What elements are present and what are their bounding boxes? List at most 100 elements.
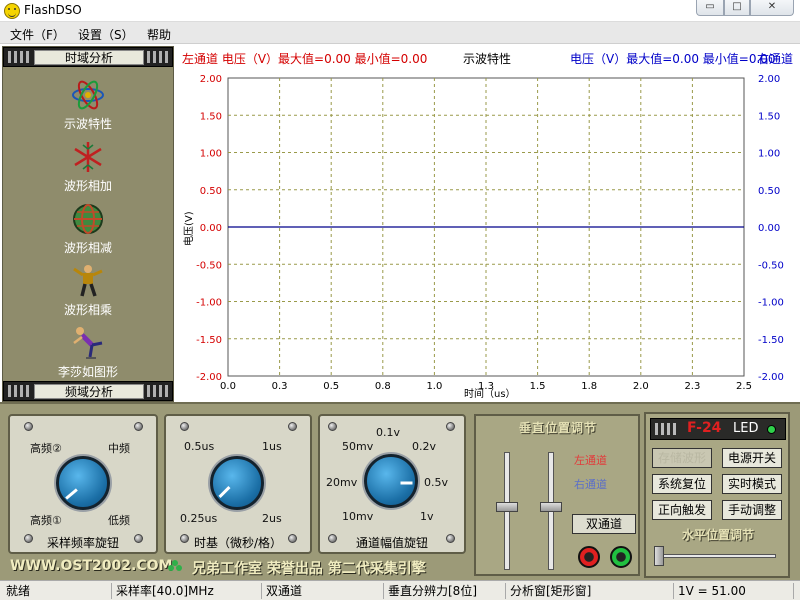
knob-label: 0.2v <box>412 440 437 453</box>
status-vertical-resolution: 垂直分辨力[8位] <box>384 583 506 599</box>
sidebar-item-subtract[interactable]: 波形相减 <box>3 199 173 261</box>
globe-icon <box>73 204 103 234</box>
sampling-frequency-knob[interactable] <box>56 456 110 510</box>
status-analysis-window: 分析窗[矩形窗] <box>506 583 674 599</box>
led-label: LED <box>733 421 759 436</box>
y-axis-label: 电压(V) <box>182 211 195 246</box>
right-channel-header: 电压（V）最大值=0.00 最小值=0.00 <box>570 51 776 66</box>
y-tick-label-right: 0.50 <box>758 186 780 197</box>
y-tick-label-right: 1.00 <box>758 149 780 160</box>
vertical-position-title: 垂直位置调节 <box>518 421 597 435</box>
knob-caption: 采样频率旋钮 <box>46 536 119 550</box>
power-button[interactable]: 电源开关 <box>722 448 782 468</box>
status-scale: 1V = 51.00 <box>674 583 794 599</box>
manual-adjust-button[interactable]: 手动调整 <box>722 500 782 520</box>
skater-icon <box>73 327 103 359</box>
y-tick-label-left: 1.00 <box>200 149 222 160</box>
y-tick-label-left: 2.00 <box>200 74 222 85</box>
f24-indicator: F-24 LED <box>650 418 786 440</box>
knob-label: 20mv <box>326 476 358 489</box>
minimize-button[interactable]: ▭ <box>696 0 724 16</box>
x-tick-label: 2.0 <box>633 381 649 392</box>
timebase-knob-panel: 0.5us 1us 0.25us 2us 时基（微秒/格） <box>164 414 312 554</box>
sidebar-item-lissajous[interactable]: 李莎如图形 <box>3 323 173 385</box>
x-tick-label: 0.3 <box>272 381 288 392</box>
close-button[interactable]: ✕ <box>750 0 794 16</box>
y-tick-label-right: -2.00 <box>758 372 784 383</box>
positive-trigger-button[interactable]: 正向触发 <box>652 500 712 520</box>
amplitude-knob[interactable] <box>364 454 418 508</box>
y-tick-label-left: -2.00 <box>196 372 222 383</box>
knob-label: 1v <box>420 510 434 523</box>
system-reset-button[interactable]: 系统复位 <box>652 474 712 494</box>
y-tick-label-right: 1.50 <box>758 111 780 122</box>
y-tick-label-left: -0.50 <box>196 260 222 271</box>
horizontal-slider[interactable] <box>654 546 664 566</box>
banner-text: 兄弟工作室 荣誉出品 第二代采集引擎 <box>192 561 426 577</box>
f24-label: F-24 <box>687 420 722 436</box>
right-vertical-slider[interactable] <box>540 502 562 512</box>
y-tick-label-right: -1.50 <box>758 335 784 346</box>
knob-label: 0.1v <box>376 426 401 439</box>
time-domain-header[interactable]: 时域分析 <box>3 47 173 67</box>
x-tick-label: 1.8 <box>581 381 597 392</box>
knob-label: 0.25us <box>180 512 218 525</box>
timebase-knob[interactable] <box>210 456 264 510</box>
realtime-mode-button[interactable]: 实时模式 <box>722 474 782 494</box>
dual-channel-button[interactable]: 双通道 <box>572 514 636 534</box>
sidebar-item-add[interactable]: 波形相加 <box>3 137 173 199</box>
atom-icon <box>72 80 104 110</box>
knob-label: 高频① <box>30 514 62 527</box>
menu-settings[interactable]: 设置（S） <box>78 26 134 43</box>
x-tick-label: 2.3 <box>684 381 700 392</box>
y-tick-label-right: 0.00 <box>758 223 780 234</box>
knob-label: 0.5us <box>184 440 215 453</box>
status-sample-rate: 采样率[40.0]MHz <box>112 583 262 599</box>
time-domain-label: 时域分析 <box>34 50 144 65</box>
sidebar-item-multiply[interactable]: 波形相乘 <box>3 261 173 323</box>
status-mode: 双通道 <box>262 583 384 599</box>
sidebar-item-label: 示波特性 <box>63 117 112 131</box>
knob-label: 中频 <box>108 442 130 455</box>
system-panel: F-24 LED 存储波形 电源开关 系统复位 实时模式 正向触发 手动调整 水… <box>644 412 790 578</box>
x-tick-label: 0.5 <box>323 381 339 392</box>
save-waveform-button[interactable]: 存储波形 <box>652 448 712 468</box>
control-panel: 高频② 中频 高频① 低频 采样频率旋钮 0.5us 1us 0.25us 2u… <box>0 402 800 580</box>
title-bar: FlashDSO ▭ □ ✕ <box>0 0 800 22</box>
red-led-button[interactable] <box>578 546 600 568</box>
x-tick-label: 1.0 <box>426 381 442 392</box>
y-tick-label-left: 0.00 <box>200 223 222 234</box>
status-state: 就绪 <box>2 583 112 599</box>
sampling-knob-panel: 高频② 中频 高频① 低频 采样频率旋钮 <box>8 414 158 554</box>
maximize-button[interactable]: □ <box>724 0 750 16</box>
oscilloscope-display: 左通道 电压（V）最大值=0.00 最小值=0.00 示波特性 电压（V）最大值… <box>176 46 800 402</box>
vertical-position-panel: 垂直位置调节 左通道 右通道 双通道 <box>474 414 640 576</box>
sidebar-item-label: 波形相加 <box>63 179 112 193</box>
right-channel-label: 右通道 <box>757 51 793 66</box>
x-axis-label: 时间（us） <box>464 387 516 400</box>
brand-banner: WWW.OST2002.COM 兄弟工作室 荣誉出品 第二代采集引擎 <box>8 556 470 578</box>
freq-domain-header[interactable]: 频域分析 <box>3 381 173 401</box>
sidebar-item-label: 李莎如图形 <box>57 365 118 379</box>
led-indicator <box>767 425 776 434</box>
x-tick-label: 0.8 <box>375 381 391 392</box>
y-tick-label-right: -0.50 <box>758 260 784 271</box>
knob-label: 2us <box>262 512 282 525</box>
x-tick-label: 0.0 <box>220 381 236 392</box>
knob-caption: 通道幅值旋钮 <box>355 536 428 550</box>
left-channel-label: 左通道 <box>574 454 607 467</box>
left-vertical-slider[interactable] <box>496 502 518 512</box>
horizontal-slider-track[interactable] <box>656 554 776 558</box>
x-tick-label: 1.5 <box>530 381 546 392</box>
knob-label: 10mv <box>342 510 374 523</box>
menu-bar: 文件（F） 设置（S） 帮助 <box>0 22 800 44</box>
banner-url: WWW.OST2002.COM <box>10 558 173 574</box>
knob-label: 低频 <box>108 514 130 527</box>
menu-file[interactable]: 文件（F） <box>10 26 65 43</box>
waveform-chart: 左通道 电压（V）最大值=0.00 最小值=0.00 示波特性 电压（V）最大值… <box>182 51 793 400</box>
knob-label: 0.5v <box>424 476 449 489</box>
y-tick-label-left: -1.50 <box>196 335 222 346</box>
menu-help[interactable]: 帮助 <box>147 26 171 43</box>
sidebar-item-waveform[interactable]: 示波特性 <box>3 75 173 137</box>
green-led-button[interactable] <box>610 546 632 568</box>
